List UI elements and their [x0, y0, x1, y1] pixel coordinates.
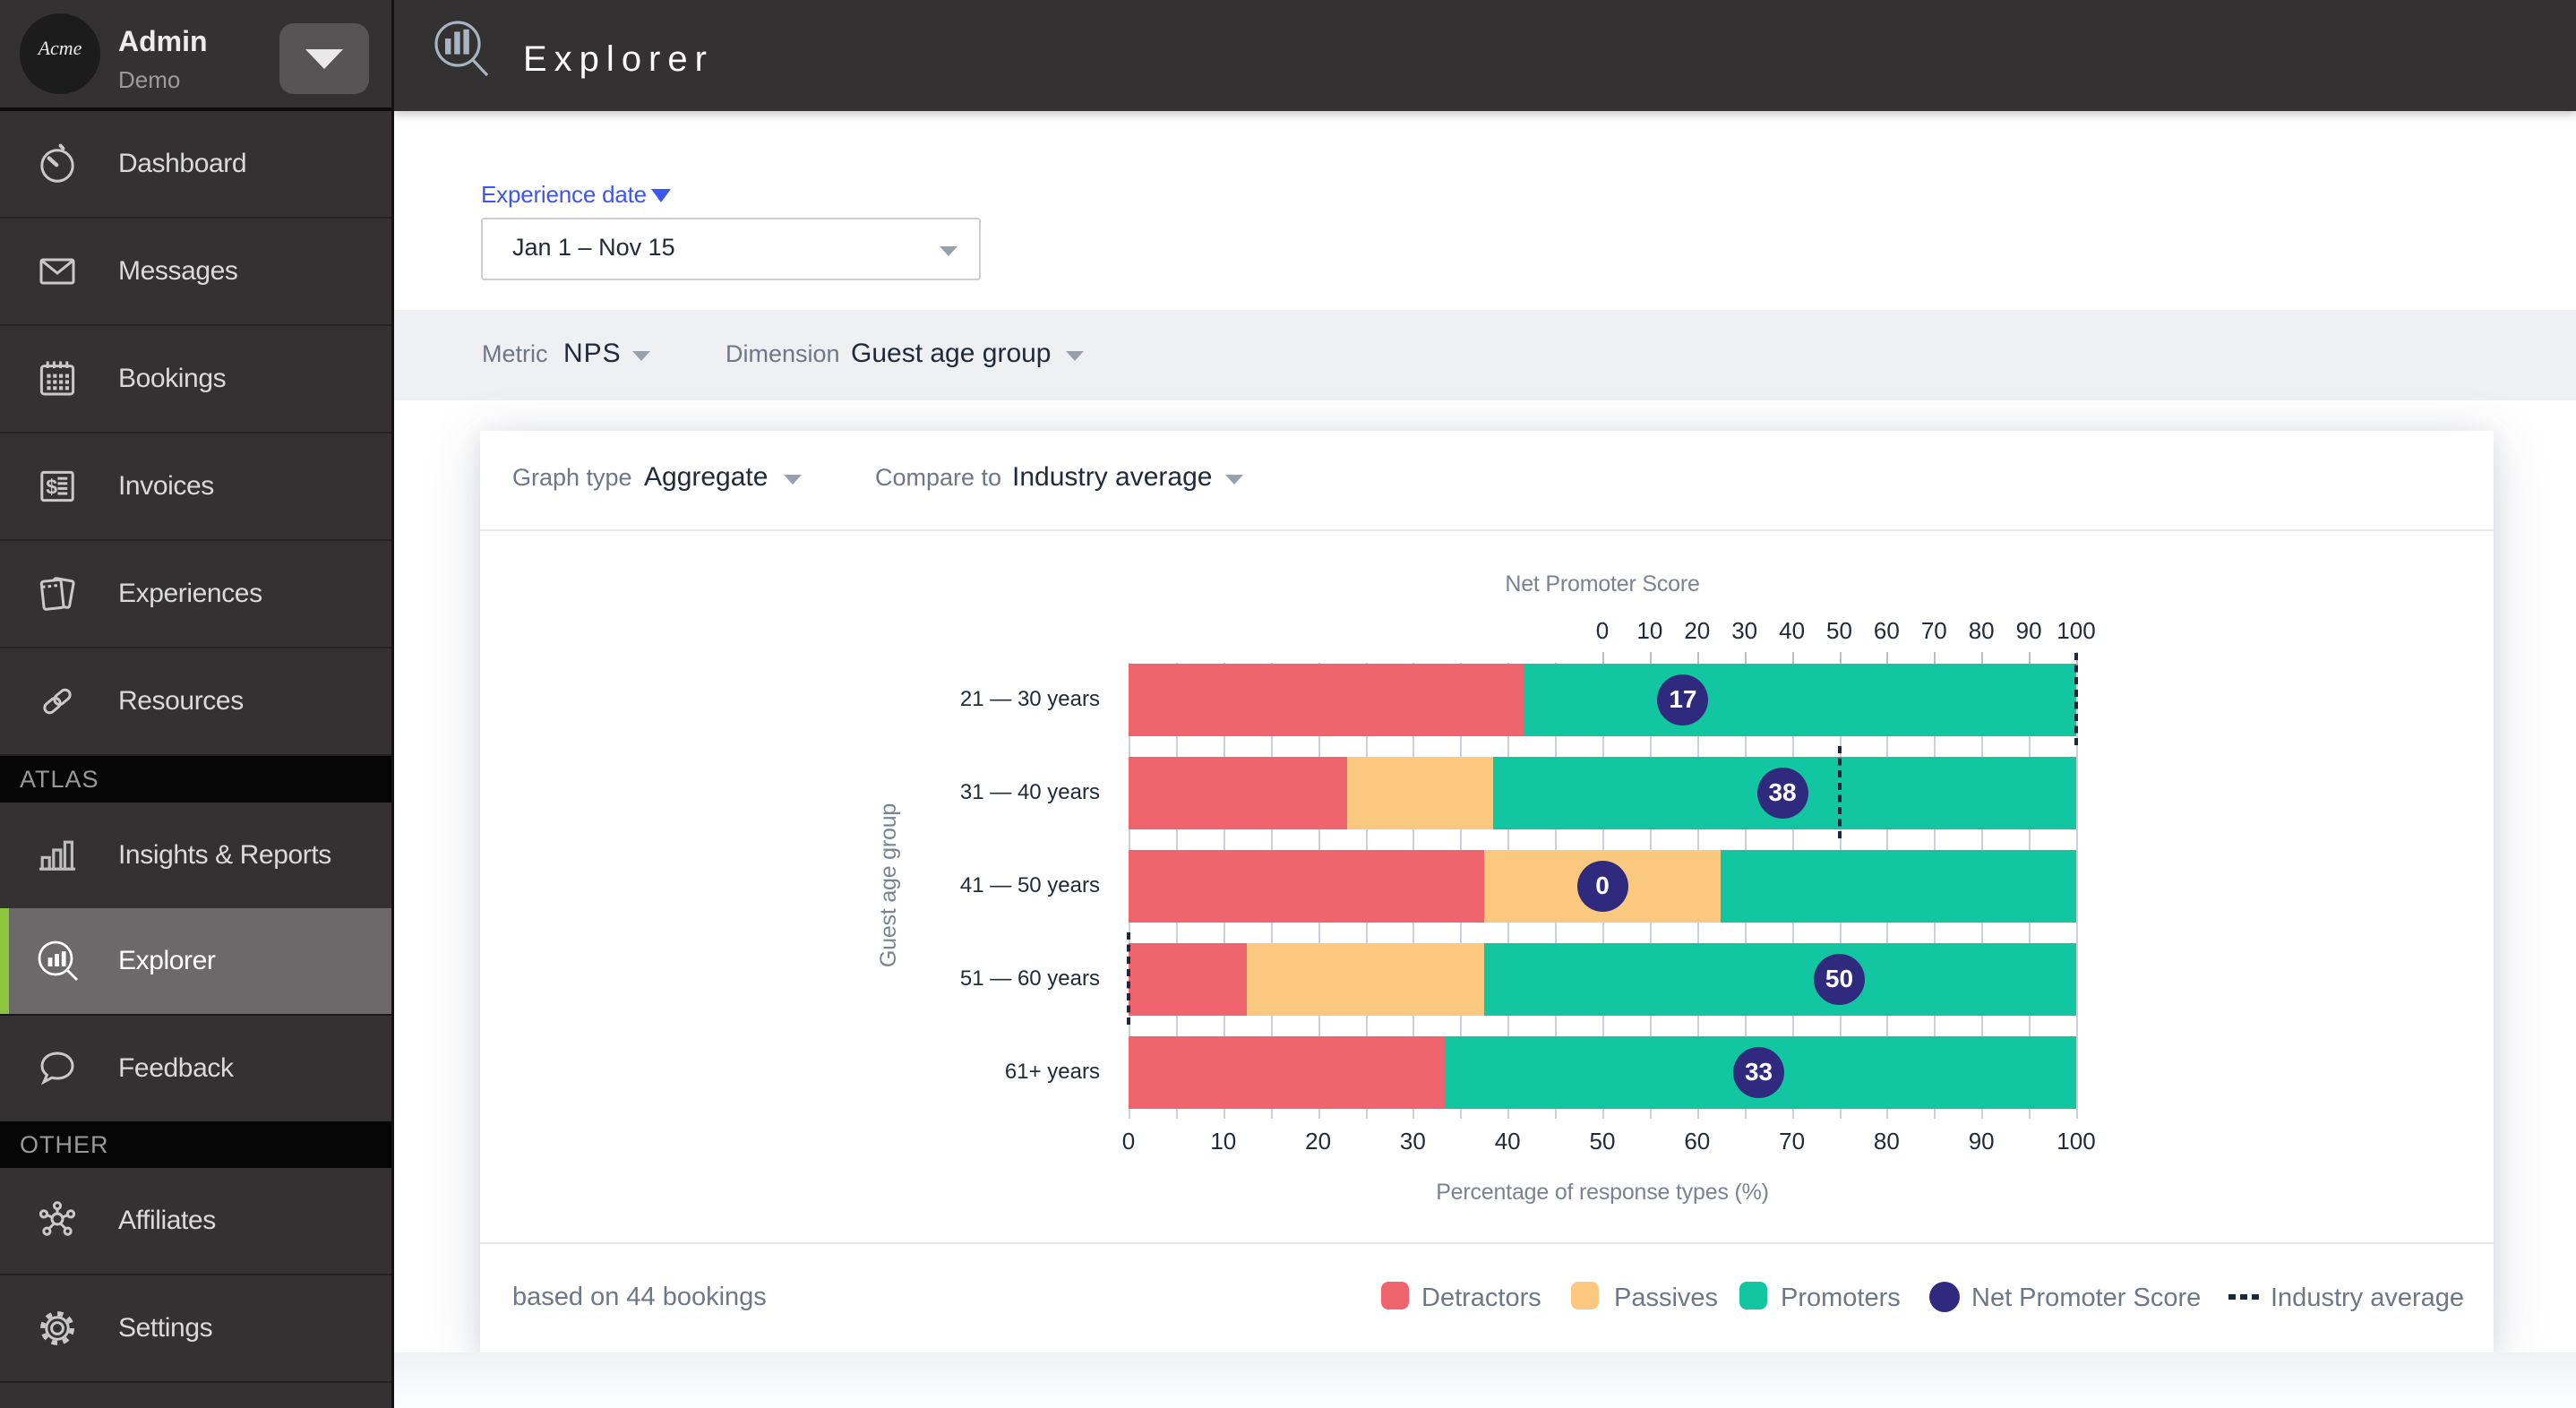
svg-text:$: $ [46, 476, 57, 499]
